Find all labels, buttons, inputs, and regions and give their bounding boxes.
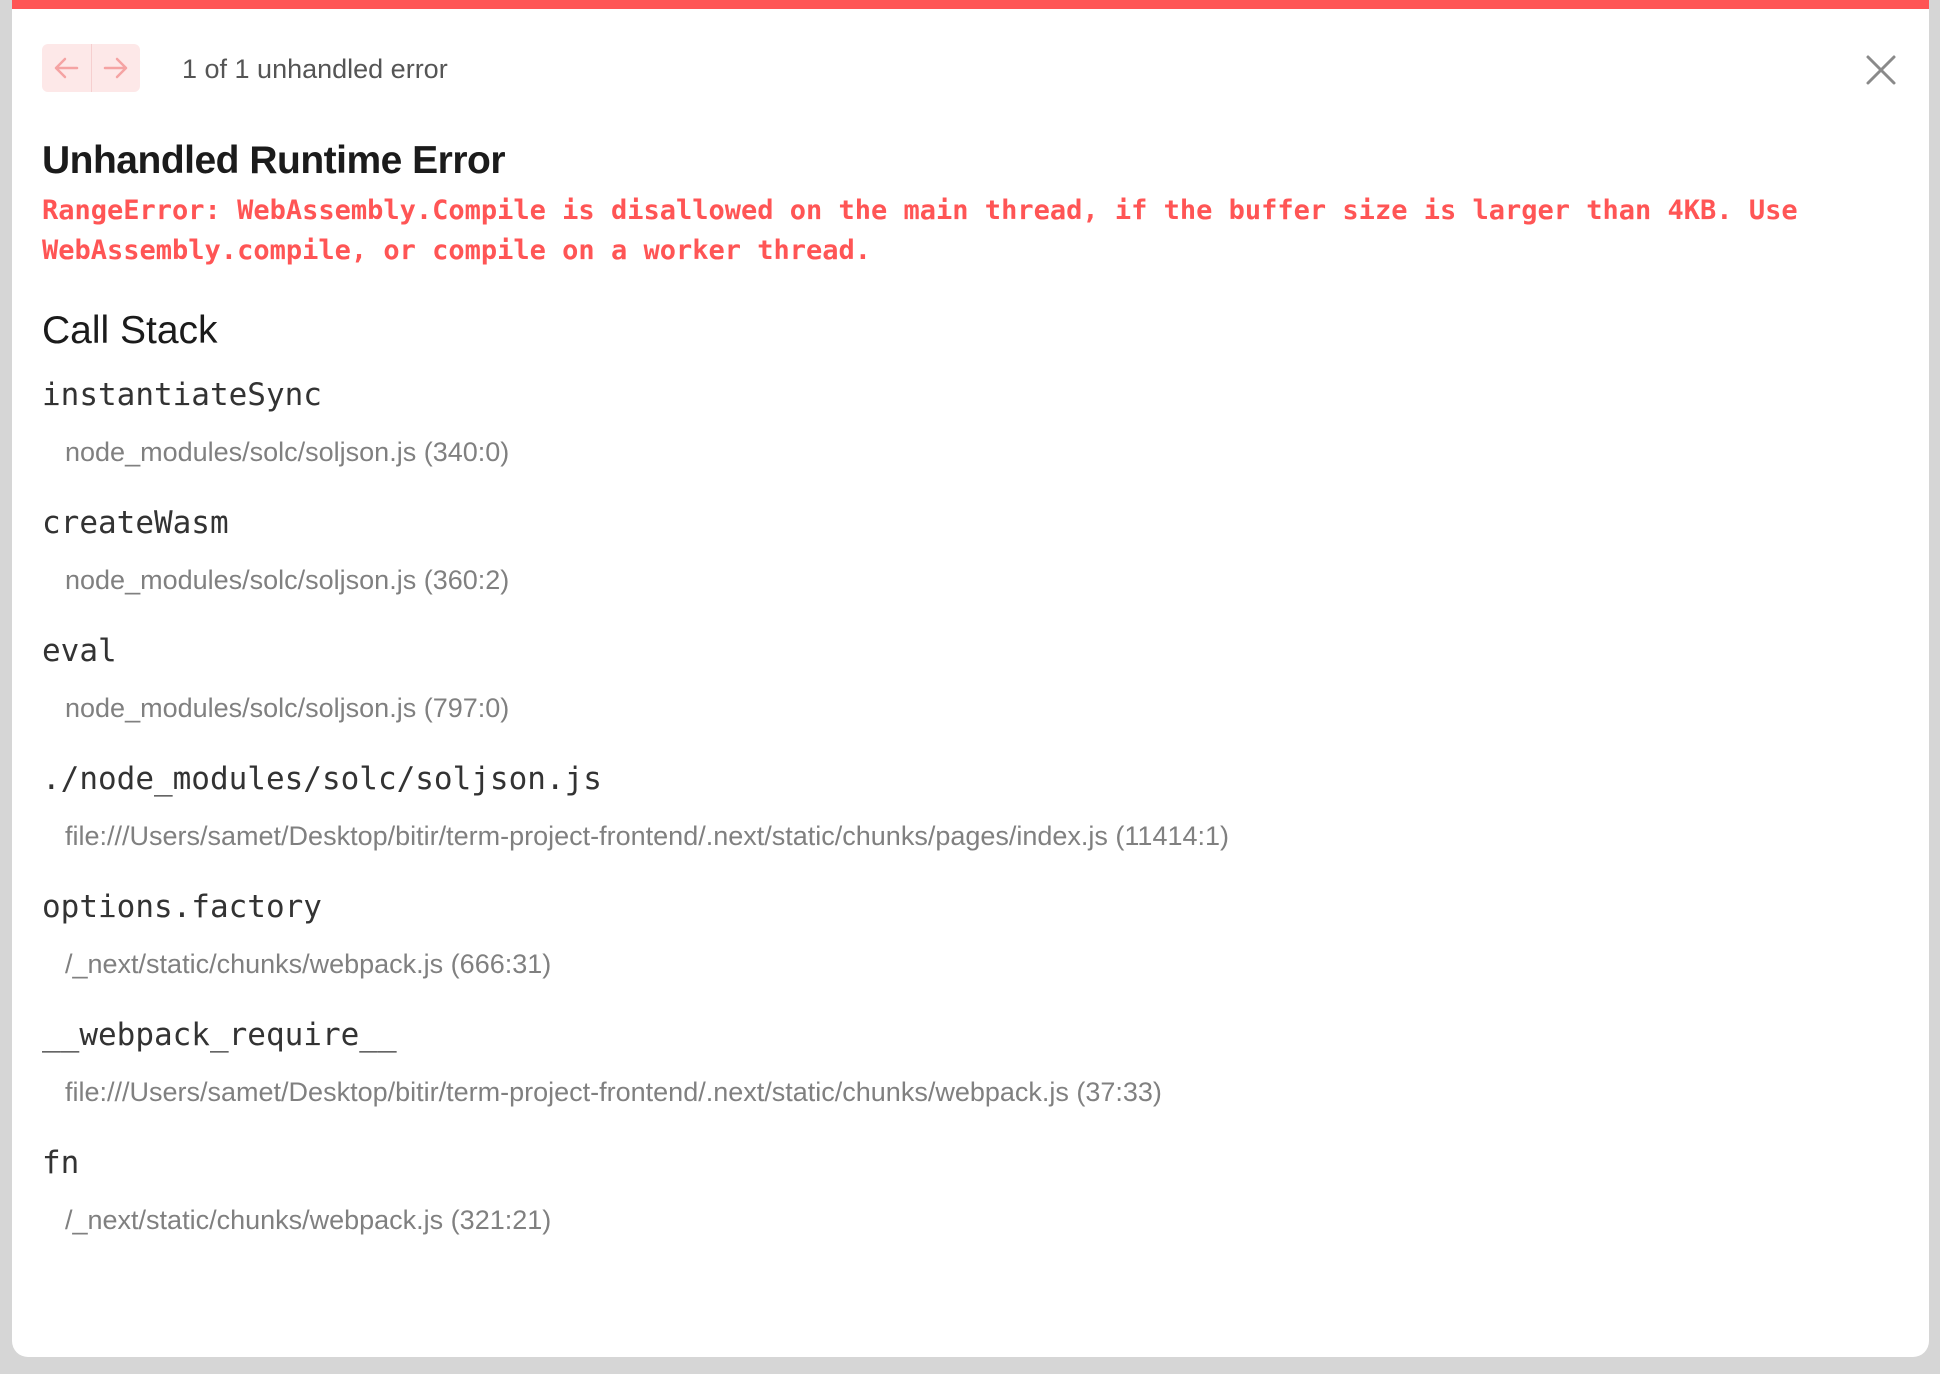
frame-function-name: options.factory [42,889,322,925]
error-overlay-header: 1 of 1 unhandled error [42,44,1899,94]
frame-function-name: __webpack_require__ [42,1017,397,1053]
call-stack-title: Call Stack [42,309,218,352]
close-button[interactable] [1863,52,1899,88]
frame-function-name: fn [42,1145,80,1181]
call-stack-frame: createWasm node_modules/solc/soljson.js … [42,503,1889,595]
arrow-right-icon [103,57,127,79]
frame-location-link[interactable]: file:///Users/samet/Desktop/bitir/term-p… [65,1077,1889,1107]
frame-function-name: createWasm [42,505,229,541]
call-stack-frame: fn /_next/static/chunks/webpack.js (321:… [42,1143,1889,1235]
call-stack-frame: ./node_modules/solc/soljson.js file:///U… [42,759,1889,851]
call-stack-frame: __webpack_require__ file:///Users/samet/… [42,1015,1889,1107]
frame-location-link[interactable]: /_next/static/chunks/webpack.js (321:21) [65,1205,1889,1235]
frame-function-name: eval [42,633,117,669]
frame-function-name: instantiateSync [42,377,322,413]
frame-location-link[interactable]: node_modules/solc/soljson.js (797:0) [65,693,1889,723]
close-icon [1866,55,1896,85]
error-message: RangeError: WebAssembly.Compile is disal… [42,195,1798,266]
call-stack-frame: options.factory /_next/static/chunks/web… [42,887,1889,979]
error-title: Unhandled Runtime Error [42,139,506,182]
frame-location-link[interactable]: node_modules/solc/soljson.js (340:0) [65,437,1889,467]
error-overlay-dialog: 1 of 1 unhandled error Unhandled Runtime… [12,0,1929,1357]
error-content: Unhandled Runtime Error RangeError: WebA… [42,139,1889,1235]
next-error-button[interactable] [90,44,141,92]
frame-location-link[interactable]: file:///Users/samet/Desktop/bitir/term-p… [65,821,1889,851]
error-pagination [42,44,140,92]
frame-location-link[interactable]: node_modules/solc/soljson.js (360:2) [65,565,1889,595]
arrow-left-icon [55,57,79,79]
frame-function-name: ./node_modules/solc/soljson.js [42,761,602,797]
call-stack-list: instantiateSync node_modules/solc/soljso… [42,375,1889,1235]
call-stack-frame: instantiateSync node_modules/solc/soljso… [42,375,1889,467]
error-counter: 1 of 1 unhandled error [182,54,448,84]
call-stack-frame: eval node_modules/solc/soljson.js (797:0… [42,631,1889,723]
frame-location-link[interactable]: /_next/static/chunks/webpack.js (666:31) [65,949,1889,979]
previous-error-button[interactable] [42,44,91,92]
